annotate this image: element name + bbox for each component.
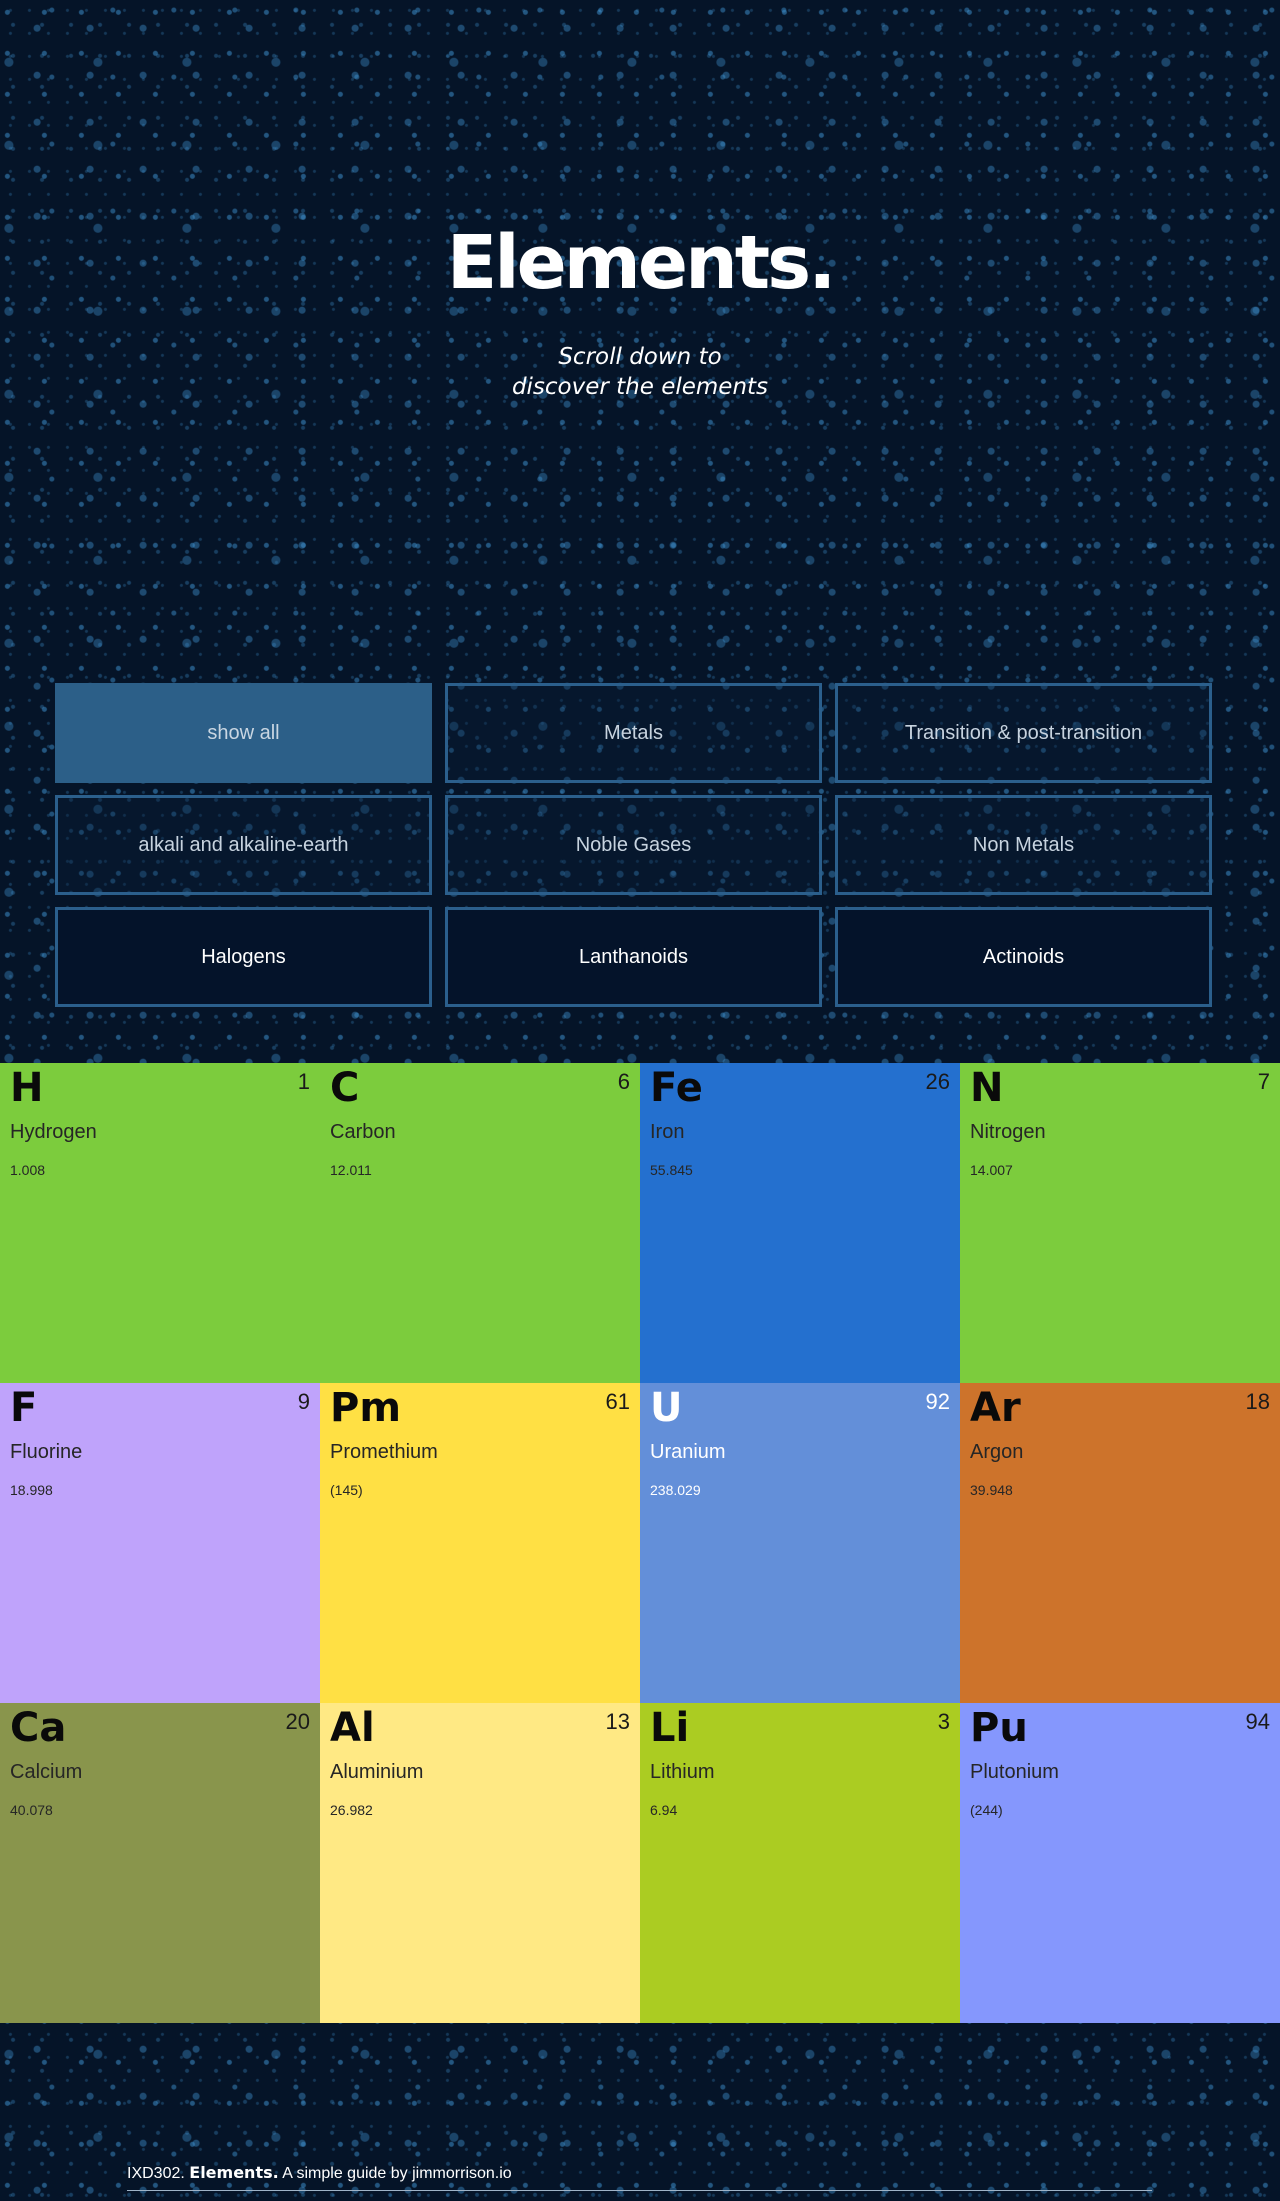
element-tile-hydrogen[interactable]: H 1 Hydrogen 1.008 <box>0 1063 320 1383</box>
subtitle-line-2: discover the elements <box>511 374 769 400</box>
element-name: Carbon <box>330 1121 396 1143</box>
atomic-mass: 40.078 <box>10 1802 53 1818</box>
filter-halogens-button[interactable]: Halogens <box>55 907 432 1007</box>
element-tile-aluminium[interactable]: Al 13 Aluminium 26.982 <box>320 1703 640 2023</box>
element-tile-uranium[interactable]: U 92 Uranium 238.029 <box>640 1383 960 1703</box>
atomic-mass: 1.008 <box>10 1162 46 1178</box>
filter-transition-button[interactable]: Transition & post-transition <box>835 683 1212 783</box>
hero-section: Elements. Scroll down to discover the el… <box>0 0 1280 1063</box>
atomic-number: 9 <box>297 1389 310 1414</box>
atomic-number: 92 <box>925 1389 950 1414</box>
hero-subtitle: Scroll down to discover the elements <box>0 342 1280 402</box>
element-symbol: N <box>970 1065 1004 1111</box>
atomic-number: 6 <box>617 1069 630 1094</box>
atomic-number: 1 <box>297 1069 310 1094</box>
element-tile-nitrogen[interactable]: N 7 Nitrogen 14.007 <box>960 1063 1280 1383</box>
atomic-mass: 55.845 <box>650 1162 693 1178</box>
atomic-number: 61 <box>605 1389 630 1414</box>
subtitle-line-1: Scroll down to <box>558 344 722 370</box>
filter-show-all-button[interactable]: show all <box>55 683 432 783</box>
element-name: Nitrogen <box>970 1121 1046 1143</box>
element-symbol: C <box>330 1065 360 1111</box>
footer-brand: Elements. <box>189 2163 279 2182</box>
element-name: Fluorine <box>10 1441 83 1463</box>
category-filters: show all Metals Transition & post-transi… <box>55 683 1212 1007</box>
element-name: Promethium <box>330 1441 438 1463</box>
element-grid: H 1 Hydrogen 1.008 C 6 Carbon 12.011 Fe … <box>0 1063 1280 2023</box>
element-tile-promethium[interactable]: Pm 61 Promethium (145) <box>320 1383 640 1703</box>
element-name: Plutonium <box>970 1761 1059 1783</box>
footer-course: IXD302. <box>127 2165 185 2182</box>
element-symbol: Al <box>330 1705 375 1751</box>
element-name: Iron <box>650 1121 685 1143</box>
element-name: Aluminium <box>330 1761 424 1783</box>
footer-divider <box>127 2190 1152 2191</box>
filter-metals-button[interactable]: Metals <box>445 683 822 783</box>
element-name: Calcium <box>10 1761 83 1783</box>
element-symbol: Ar <box>970 1385 1021 1431</box>
element-tile-carbon[interactable]: C 6 Carbon 12.011 <box>320 1063 640 1383</box>
element-symbol: F <box>10 1385 38 1431</box>
element-symbol: Pm <box>330 1385 401 1431</box>
footer-author-link[interactable]: A simple guide by jimmorrison.io <box>282 2165 511 2182</box>
element-tile-argon[interactable]: Ar 18 Argon 39.948 <box>960 1383 1280 1703</box>
atomic-mass: 238.029 <box>650 1482 701 1498</box>
site-title: Elements. <box>446 220 837 306</box>
element-name: Lithium <box>650 1761 715 1783</box>
element-tile-iron[interactable]: Fe 26 Iron 55.845 <box>640 1063 960 1383</box>
element-tile-fluorine[interactable]: F 9 Fluorine 18.998 <box>0 1383 320 1703</box>
filter-noble-gases-button[interactable]: Noble Gases <box>445 795 822 895</box>
element-name: Uranium <box>650 1441 726 1463</box>
element-symbol: U <box>650 1385 683 1431</box>
atomic-number: 13 <box>605 1709 630 1734</box>
filter-lanthanoids-button[interactable]: Lanthanoids <box>445 907 822 1007</box>
atomic-mass: 6.94 <box>650 1802 678 1818</box>
atomic-number: 7 <box>1257 1069 1270 1094</box>
element-name: Hydrogen <box>10 1121 97 1143</box>
atomic-number: 3 <box>937 1709 950 1734</box>
element-symbol: Ca <box>10 1705 67 1751</box>
atomic-number: 20 <box>285 1709 310 1734</box>
atomic-number: 26 <box>925 1069 950 1094</box>
atomic-mass: (145) <box>330 1482 363 1498</box>
atomic-mass: 39.948 <box>970 1482 1013 1498</box>
element-tile-lithium[interactable]: Li 3 Lithium 6.94 <box>640 1703 960 2023</box>
element-name: Argon <box>970 1441 1024 1463</box>
element-symbol: Fe <box>650 1065 703 1111</box>
atomic-mass: 26.982 <box>330 1802 373 1818</box>
atomic-mass: 18.998 <box>10 1482 53 1498</box>
atomic-number: 94 <box>1245 1709 1270 1734</box>
atomic-mass: 12.011 <box>330 1162 372 1178</box>
atomic-number: 18 <box>1245 1389 1270 1414</box>
element-tile-plutonium[interactable]: Pu 94 Plutonium (244) <box>960 1703 1280 2023</box>
element-symbol: H <box>10 1065 44 1111</box>
element-tile-calcium[interactable]: Ca 20 Calcium 40.078 <box>0 1703 320 2023</box>
element-symbol: Pu <box>970 1705 1028 1751</box>
atomic-mass: (244) <box>970 1802 1003 1818</box>
filter-alkali-button[interactable]: alkali and alkaline-earth <box>55 795 432 895</box>
filter-actinoids-button[interactable]: Actinoids <box>835 907 1212 1007</box>
atomic-mass: 14.007 <box>970 1162 1013 1178</box>
footer-credit: IXD302. Elements. A simple guide by jimm… <box>127 2163 512 2183</box>
filter-non-metals-button[interactable]: Non Metals <box>835 795 1212 895</box>
element-symbol: Li <box>650 1705 690 1751</box>
